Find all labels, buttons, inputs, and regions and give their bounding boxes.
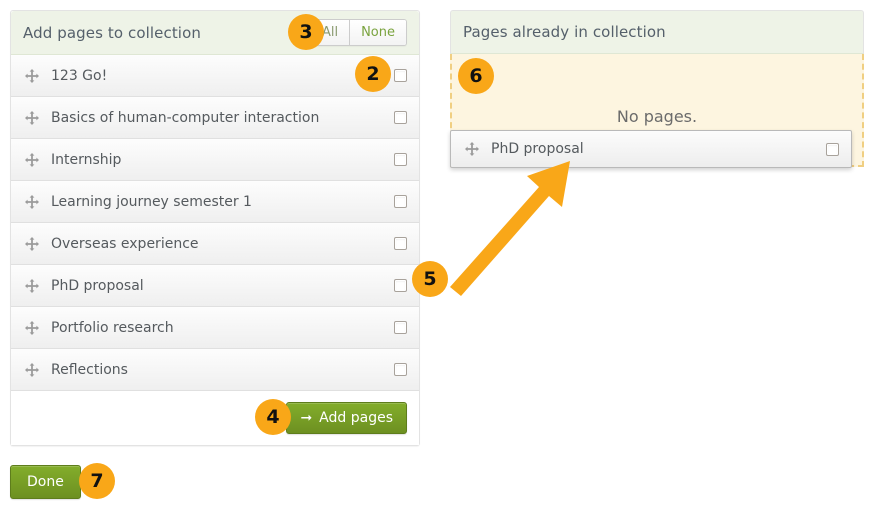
add-pages-panel-header: Add pages to collection All None <box>11 11 419 55</box>
page-list-item-checkbox[interactable] <box>394 111 407 124</box>
drag-handle-icon[interactable] <box>25 195 39 209</box>
dragged-page-item[interactable]: PhD proposal <box>450 130 852 168</box>
annotation-badge-3: 3 <box>288 14 324 50</box>
annotation-badge-6: 6 <box>458 58 494 94</box>
page-list-item-checkbox[interactable] <box>394 69 407 82</box>
add-pages-button-label: Add pages <box>319 411 393 425</box>
add-pages-button[interactable]: ➞ Add pages <box>286 402 407 434</box>
drag-handle-icon[interactable] <box>25 279 39 293</box>
select-none-button[interactable]: None <box>349 20 406 45</box>
page-list-item-label: Portfolio research <box>51 320 386 336</box>
select-toggle-group: All None <box>310 19 407 46</box>
drag-handle-icon[interactable] <box>465 142 479 156</box>
page-list-item[interactable]: PhD proposal <box>11 265 419 307</box>
page-list-item-checkbox[interactable] <box>394 237 407 250</box>
page-list-item-label: Learning journey semester 1 <box>51 194 386 210</box>
annotation-badge-2: 2 <box>355 56 391 92</box>
page-list-item[interactable]: Reflections <box>11 349 419 391</box>
drag-handle-icon[interactable] <box>25 363 39 377</box>
collection-pages-panel: Pages already in collection No pages. Ph… <box>450 10 864 167</box>
page-list-item-checkbox[interactable] <box>394 321 407 334</box>
page-list-item-label: Reflections <box>51 362 386 378</box>
done-button[interactable]: Done <box>10 465 81 499</box>
page-list-item-label: PhD proposal <box>51 278 386 294</box>
page-list-item-checkbox[interactable] <box>394 279 407 292</box>
add-pages-panel-footer: ➞ Add pages <box>11 391 419 445</box>
empty-state-message: No pages. <box>617 107 697 126</box>
dragged-page-label: PhD proposal <box>491 141 818 157</box>
page-list-item-checkbox[interactable] <box>394 363 407 376</box>
collection-pages-panel-header: Pages already in collection <box>450 10 864 54</box>
page-title: Add pages to collection <box>23 24 201 42</box>
page-list-item-checkbox[interactable] <box>394 195 407 208</box>
annotation-badge-5: 5 <box>412 261 448 297</box>
page-list-item[interactable]: Overseas experience <box>11 223 419 265</box>
annotation-badge-7: 7 <box>79 463 115 499</box>
page-list-item-label: Basics of human-computer interaction <box>51 110 386 126</box>
drag-handle-icon[interactable] <box>25 321 39 335</box>
drag-handle-icon[interactable] <box>25 69 39 83</box>
page-list-item-label: Internship <box>51 152 386 168</box>
page-list-item[interactable]: Internship <box>11 139 419 181</box>
arrow-right-icon: ➞ <box>300 411 312 425</box>
done-button-label: Done <box>27 475 64 489</box>
page-list-item-checkbox[interactable] <box>394 153 407 166</box>
drag-handle-icon[interactable] <box>25 111 39 125</box>
collection-pages-title: Pages already in collection <box>463 23 666 41</box>
page-list-item-label: Overseas experience <box>51 236 386 252</box>
page-list-item-label: 123 Go! <box>51 68 386 84</box>
drag-handle-icon[interactable] <box>25 153 39 167</box>
annotation-badge-4: 4 <box>255 399 291 435</box>
page-list-item[interactable]: Portfolio research <box>11 307 419 349</box>
page-list-item[interactable]: Learning journey semester 1 <box>11 181 419 223</box>
dragged-page-checkbox[interactable] <box>826 143 839 156</box>
page-list-item[interactable]: Basics of human-computer interaction <box>11 97 419 139</box>
drag-handle-icon[interactable] <box>25 237 39 251</box>
available-pages-list: 123 Go! Basics of human-computer interact… <box>11 55 419 391</box>
